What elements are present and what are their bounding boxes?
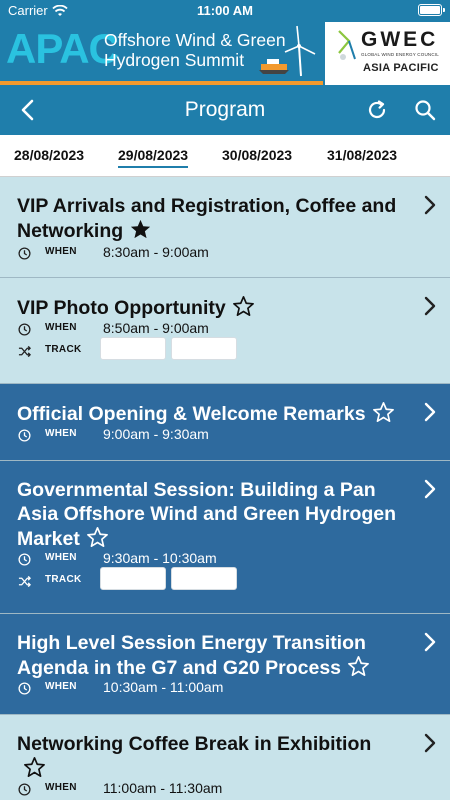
track-tag[interactable] (100, 567, 166, 590)
shuffle-icon (17, 344, 31, 358)
event-banner: APAC Offshore Wind & Green Hydrogen Summ… (0, 22, 450, 85)
session-when-row: WHEN 8:50am - 9:00am (17, 320, 209, 338)
star-outline-icon[interactable] (23, 756, 46, 778)
when-value: 8:50am - 9:00am (103, 320, 209, 336)
clock-icon (17, 681, 31, 695)
gwec-subtitle: GLOBAL WIND ENERGY COUNCIL (361, 52, 439, 57)
session-title: VIP Photo Opportunity (17, 295, 397, 320)
session-when-row: WHEN 10:30am - 11:00am (17, 679, 223, 697)
banner-line2: Hydrogen Summit (104, 50, 245, 70)
session-title: VIP Arrivals and Registration, Coffee an… (17, 195, 397, 242)
clock-icon (17, 552, 31, 566)
gwec-region: ASIA PACIFIC (363, 62, 439, 74)
session-when-row: WHEN 11:00am - 11:30am (17, 780, 222, 798)
when-label: WHEN (45, 428, 77, 439)
refresh-button[interactable] (362, 95, 392, 125)
star-outline-icon[interactable] (232, 295, 255, 317)
chevron-right-icon (424, 479, 436, 499)
date-tab-30-08-2023[interactable]: 30/08/2023 (222, 147, 292, 163)
navbar: Program (0, 85, 450, 135)
date-tabs: 28/08/2023 29/08/2023 30/08/2023 31/08/2… (0, 135, 450, 177)
status-time: 11:00 AM (197, 3, 253, 18)
track-label: TRACK (45, 574, 82, 585)
refresh-icon (368, 100, 386, 119)
clock-icon (17, 428, 31, 442)
when-label: WHEN (45, 782, 77, 793)
search-button[interactable] (410, 95, 440, 125)
clock-icon (17, 782, 31, 796)
session-title: High Level Session Energy Transition Age… (17, 631, 397, 680)
when-value: 10:30am - 11:00am (103, 679, 224, 695)
session-title: Official Opening & Welcome Remarks (17, 401, 397, 426)
chevron-right-icon (424, 195, 436, 215)
battery-icon (418, 4, 445, 16)
date-tab-28-08-2023[interactable]: 28/08/2023 (14, 147, 84, 163)
shuffle-icon (17, 574, 31, 588)
chevron-right-icon (424, 402, 436, 422)
track-tag[interactable] (171, 337, 237, 360)
chevron-right-icon (424, 632, 436, 652)
session-title: Governmental Session: Building a Pan Asi… (17, 479, 397, 550)
gwec-mark-icon (338, 30, 356, 60)
track-tag[interactable] (171, 567, 237, 590)
track-label: TRACK (45, 344, 82, 355)
session-when-row: WHEN 9:30am - 10:30am (17, 550, 217, 568)
star-outline-icon[interactable] (372, 401, 395, 423)
session-track-row: TRACK (17, 337, 237, 360)
wind-turbine-icon (259, 25, 316, 77)
session-item[interactable]: Official Opening & Welcome Remarks WHEN … (0, 384, 450, 461)
session-item[interactable]: High Level Session Energy Transition Age… (0, 614, 450, 715)
when-label: WHEN (45, 681, 77, 692)
when-value: 8:30am - 9:00am (103, 244, 209, 260)
when-value: 9:30am - 10:30am (103, 550, 217, 566)
session-title: Networking Coffee Break in Exhibition (17, 732, 397, 781)
when-value: 9:00am - 9:30am (103, 426, 209, 442)
gwec-title: GWEC (361, 28, 439, 51)
when-label: WHEN (45, 552, 77, 563)
session-item[interactable]: Governmental Session: Building a Pan Asi… (0, 461, 450, 614)
track-tag[interactable] (100, 337, 166, 360)
banner-apac: APAC (6, 25, 119, 72)
chevron-right-icon (424, 733, 436, 753)
summit-banner: APAC Offshore Wind & Green Hydrogen Summ… (0, 22, 323, 85)
session-when-row: WHEN 9:00am - 9:30am (17, 426, 209, 444)
date-tab-31-08-2023[interactable]: 31/08/2023 (327, 147, 397, 163)
when-label: WHEN (45, 246, 77, 257)
clock-icon (17, 322, 31, 336)
session-when-row: WHEN 8:30am - 9:00am (17, 244, 209, 262)
when-label: WHEN (45, 322, 77, 333)
date-tab-29-08-2023[interactable]: 29/08/2023 (118, 147, 189, 168)
star-filled-icon[interactable] (129, 218, 152, 240)
session-track-row: TRACK (17, 567, 237, 590)
session-item[interactable]: Networking Coffee Break in Exhibition WH… (0, 715, 450, 800)
status-bar: Carrier 11:00 AM (0, 0, 450, 22)
when-value: 11:00am - 11:30am (103, 780, 223, 796)
gwec-logo: GWEC GLOBAL WIND ENERGY COUNCIL ASIA PAC… (325, 22, 450, 85)
search-icon (415, 100, 436, 121)
session-item[interactable]: VIP Photo Opportunity WHEN 8:50am - 9:00… (0, 278, 450, 384)
star-outline-icon[interactable] (347, 655, 370, 677)
session-item[interactable]: VIP Arrivals and Registration, Coffee an… (0, 177, 450, 278)
star-outline-icon[interactable] (86, 526, 109, 548)
chevron-right-icon (424, 296, 436, 316)
clock-icon (17, 246, 31, 260)
